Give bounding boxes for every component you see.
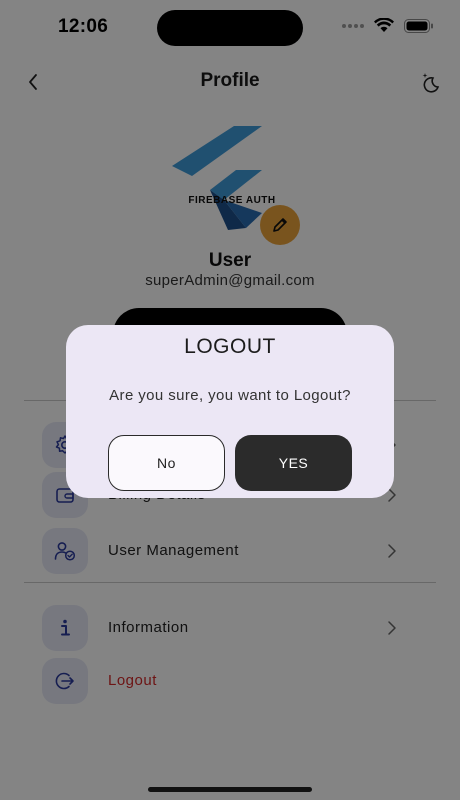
no-button[interactable]: No: [108, 435, 225, 491]
yes-button[interactable]: YES: [235, 435, 352, 491]
dialog-title: LOGOUT: [184, 335, 276, 358]
home-indicator[interactable]: [148, 787, 312, 792]
logout-dialog: LOGOUT Are you sure, you want to Logout?…: [66, 325, 394, 498]
dialog-message: Are you sure, you want to Logout?: [109, 387, 351, 404]
